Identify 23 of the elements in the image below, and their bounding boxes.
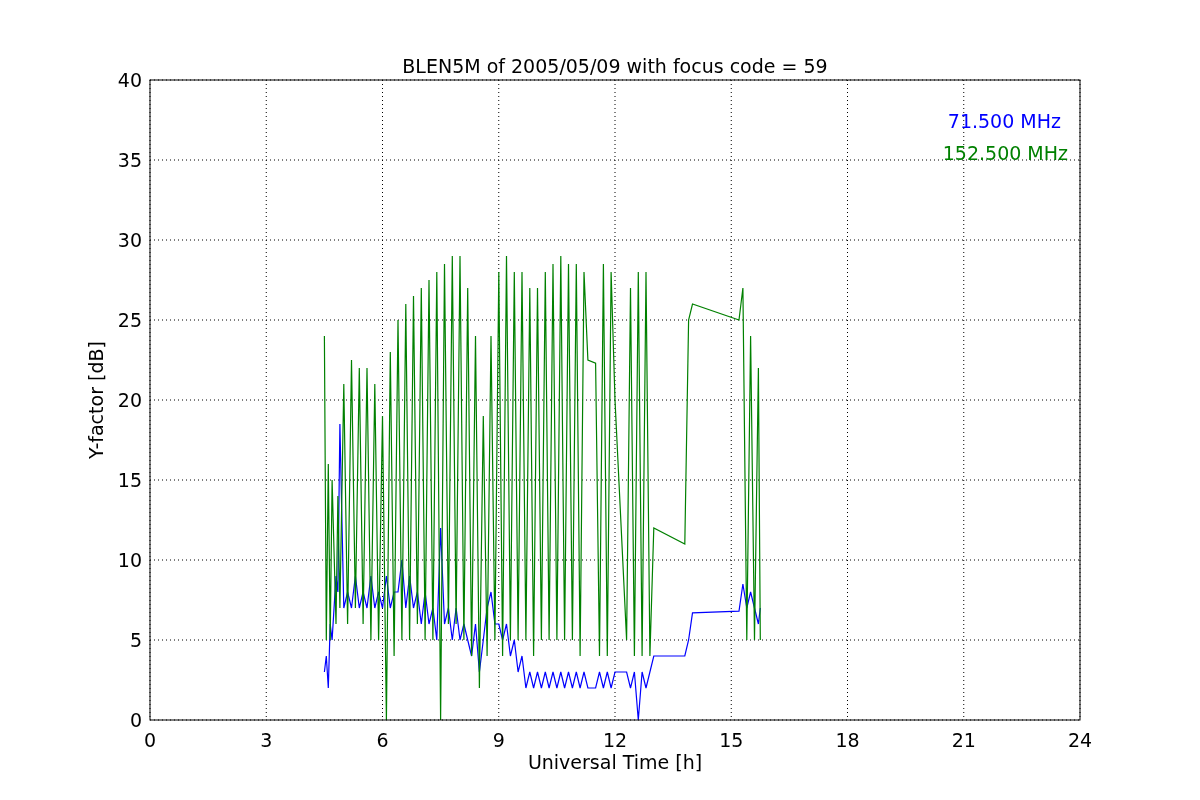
x-tick-label: 9 — [492, 729, 505, 751]
legend-label: 152.500 MHz — [942, 142, 1068, 164]
x-tick-label: 6 — [376, 729, 389, 751]
y-tick-label: 0 — [129, 709, 142, 731]
x-tick-label: 24 — [1067, 729, 1093, 751]
x-tick-label: 12 — [602, 729, 628, 751]
x-tick-label: 15 — [719, 729, 744, 751]
x-tick-label: 3 — [260, 729, 273, 751]
x-tick-label: 0 — [143, 729, 157, 751]
y-tick-label: 20 — [117, 389, 142, 411]
y-tick-label: 15 — [117, 469, 142, 491]
y-tick-label: 40 — [117, 69, 142, 91]
y-tick-label: 10 — [117, 549, 142, 571]
y-axis-label: Y-factor [dB] — [85, 341, 107, 459]
x-tick-label: 21 — [951, 729, 976, 751]
x-tick-label: 18 — [835, 729, 860, 751]
x-axis-label: Universal Time [h] — [527, 751, 703, 773]
y-tick-label: 35 — [117, 149, 142, 171]
chart-title: BLEN5M of 2005/05/09 with focus code = 59 — [402, 55, 828, 77]
legend-label: 71.500 MHz — [947, 110, 1061, 132]
y-tick-label: 25 — [117, 309, 142, 331]
y-tick-label: 30 — [117, 229, 142, 251]
y-tick-label: 5 — [129, 629, 142, 651]
